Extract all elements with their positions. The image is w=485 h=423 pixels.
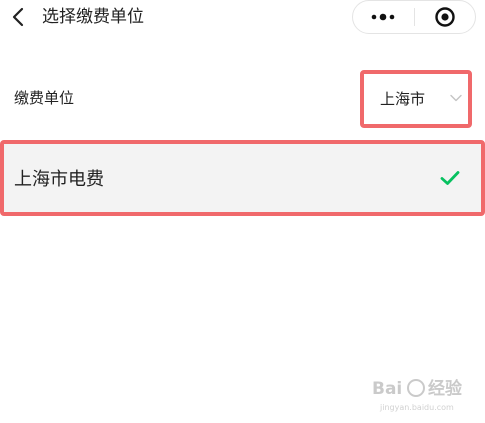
option-label: 上海市电费: [14, 169, 104, 190]
payment-unit-dropdown[interactable]: 上海市: [360, 70, 472, 128]
navigation-bar: 选择缴费单位: [0, 0, 485, 44]
chevron-down-icon: [450, 94, 462, 102]
mini-program-capsule: [352, 0, 476, 34]
payment-unit-label: 缴费单位: [14, 89, 75, 107]
payment-unit-row: 缴费单位 上海市: [0, 70, 485, 128]
svg-text:Bai: Bai: [372, 379, 402, 399]
back-button[interactable]: [6, 4, 30, 30]
chevron-left-icon: [12, 7, 24, 27]
baidu-jingyan-watermark: Bai 经验 jingyan.baidu.com: [372, 378, 463, 412]
payment-unit-value: 上海市: [380, 90, 426, 108]
checkmark-icon: [440, 171, 460, 185]
close-button[interactable]: [415, 1, 476, 33]
option-item-shanghai-electricity[interactable]: 上海市电费: [0, 140, 485, 216]
more-dots-icon: [371, 13, 395, 21]
svg-text:jingyan.baidu.com: jingyan.baidu.com: [379, 403, 454, 412]
target-circle-icon: [435, 7, 455, 27]
svg-text:经验: 经验: [428, 378, 463, 399]
more-button[interactable]: [353, 1, 414, 33]
page-title: 选择缴费单位: [42, 7, 144, 27]
